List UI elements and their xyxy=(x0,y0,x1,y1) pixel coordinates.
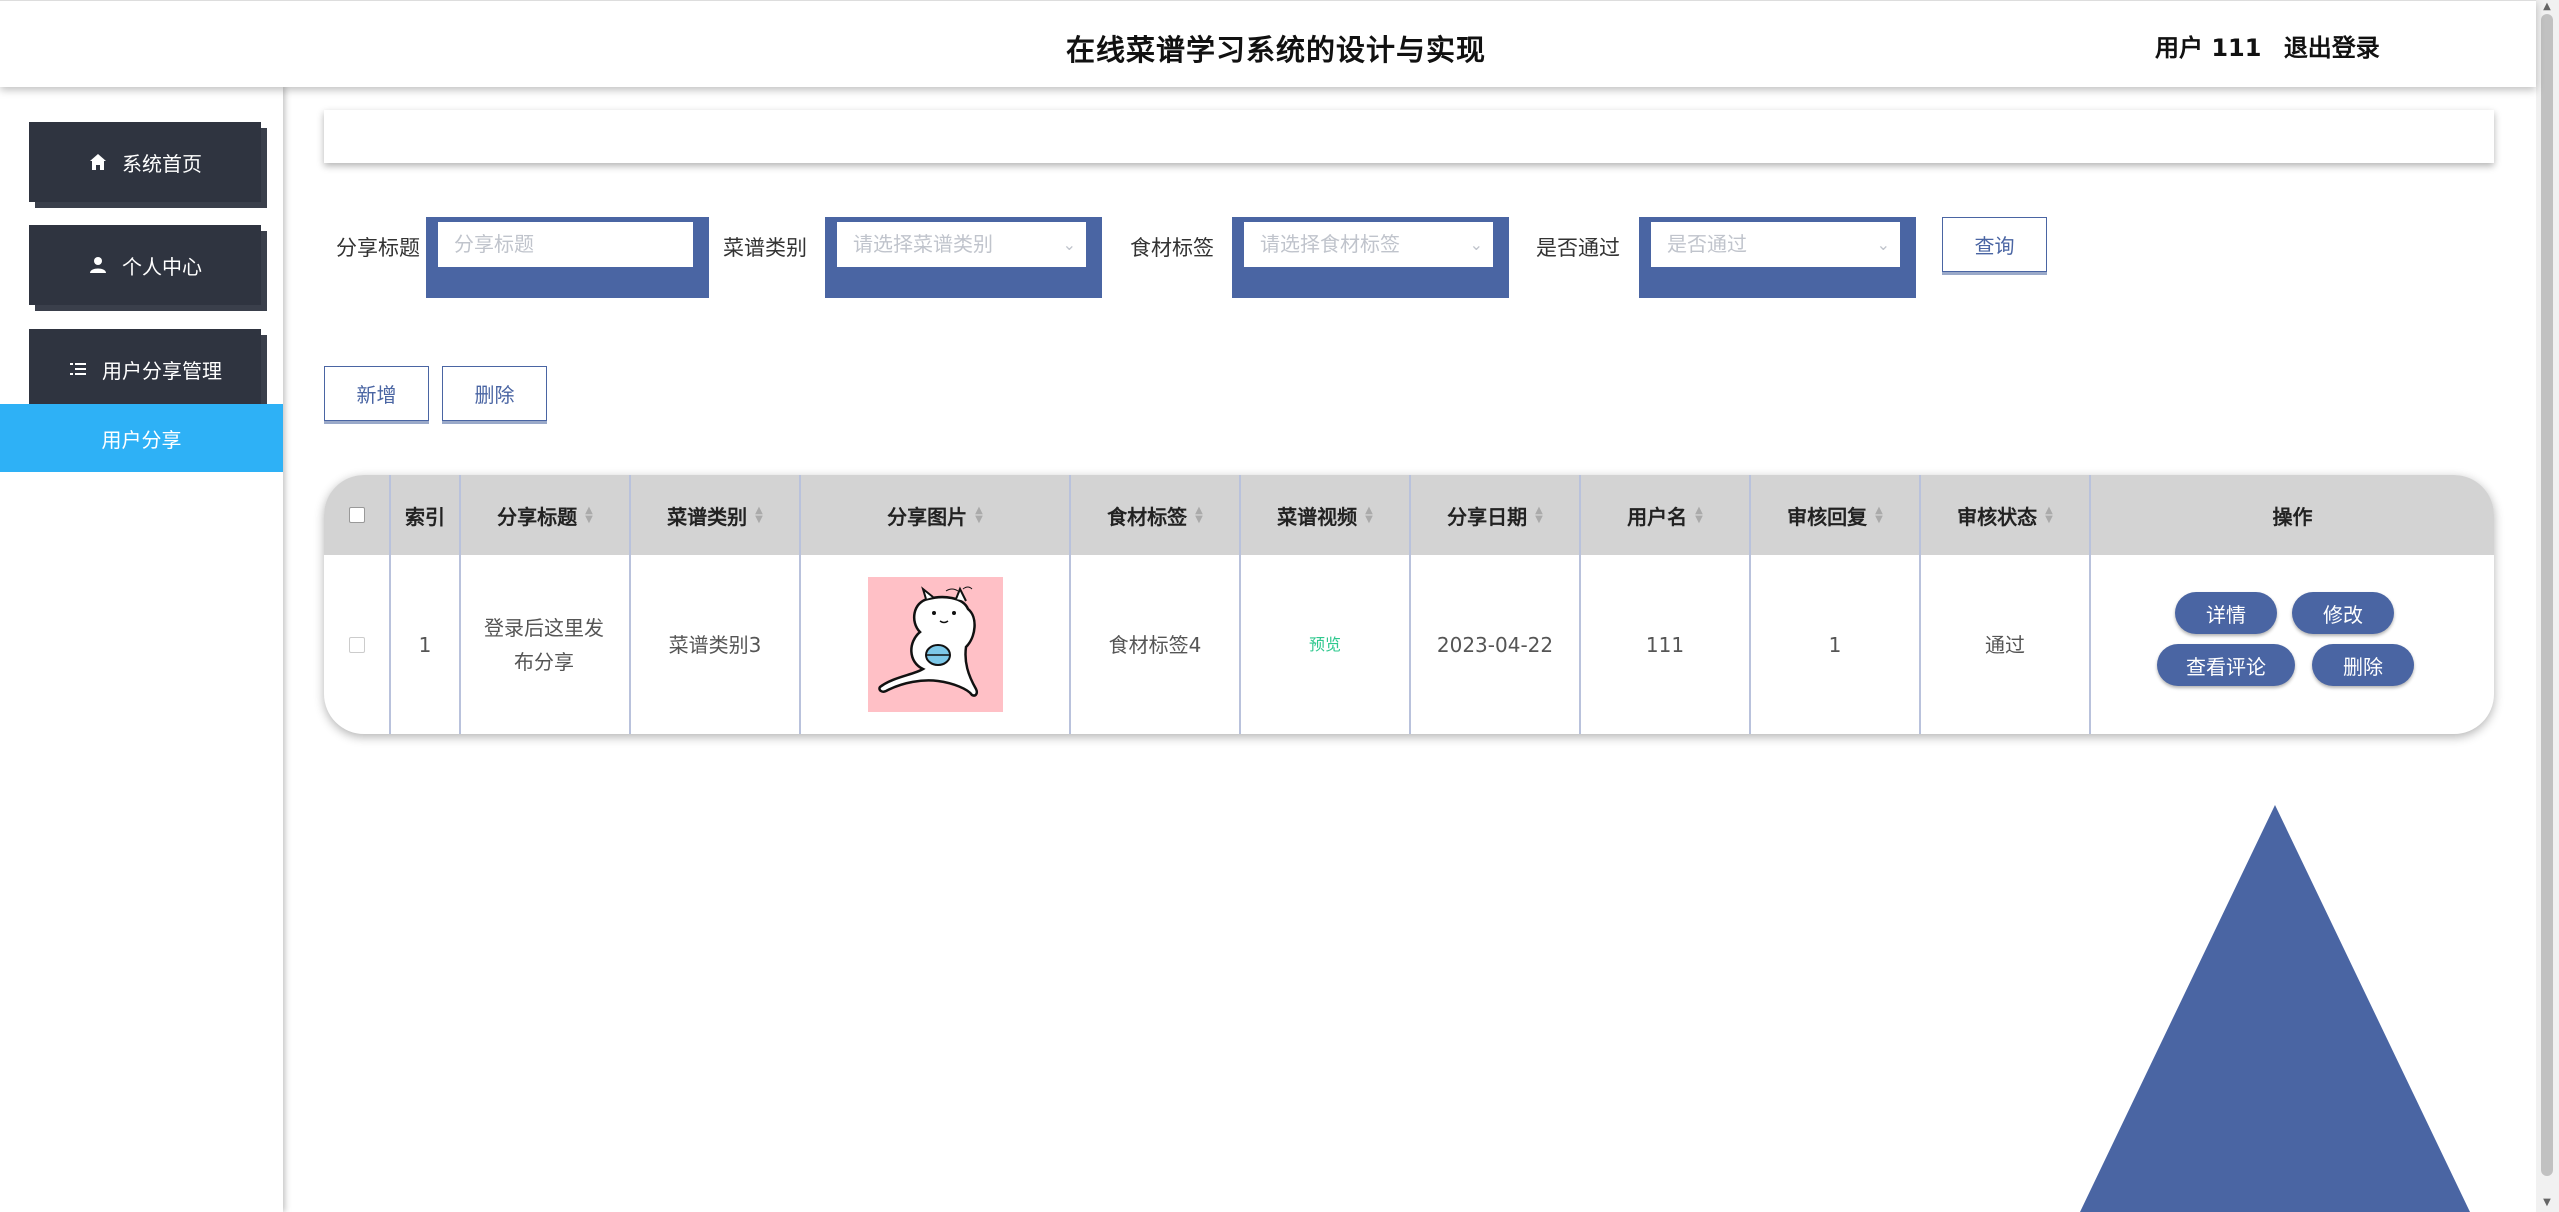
sort-icon[interactable]: ▲ ▼ xyxy=(1365,506,1373,525)
filter-title-box: 分享标题 xyxy=(426,217,709,298)
td-username: 111 xyxy=(1645,632,1685,657)
row-checkbox[interactable] xyxy=(348,636,365,653)
title-search-input[interactable]: 分享标题 xyxy=(438,222,693,267)
filter-category-box: 请选择菜谱类别 ⌄ xyxy=(825,217,1102,298)
sort-icon[interactable]: ▲ ▼ xyxy=(1875,506,1883,525)
sort-icon[interactable]: ▲ ▼ xyxy=(1535,506,1543,525)
th-tag[interactable]: 食材标签 ▲ ▼ xyxy=(1071,475,1239,555)
th-reply[interactable]: 审核回复 ▲ ▼ xyxy=(1751,475,1919,555)
sidebar-item-share-management[interactable]: 用户分享管理 xyxy=(29,329,261,409)
video-preview-link[interactable]: 预览 xyxy=(1309,628,1341,662)
filter-title-label: 分享标题 xyxy=(336,236,420,260)
th-label: 审核回复 xyxy=(1787,504,1868,529)
select-all-cell xyxy=(324,475,389,555)
td-video: 预览 xyxy=(1241,555,1409,734)
sort-icon[interactable]: ▲ ▼ xyxy=(585,506,593,525)
chevron-down-icon: ⌄ xyxy=(1876,235,1890,254)
th-username[interactable]: 用户名 ▲ ▼ xyxy=(1581,475,1749,555)
th-index: 索引 xyxy=(391,475,459,555)
tag-select-placeholder: 请选择食材标签 xyxy=(1260,232,1400,256)
pass-select-placeholder: 是否通过 xyxy=(1667,232,1747,256)
scroll-down-arrow[interactable]: ▼ xyxy=(2540,1198,2554,1208)
th-label: 审核状态 xyxy=(1957,504,2038,529)
th-label: 操作 xyxy=(2272,504,2313,529)
category-select-placeholder: 请选择菜谱类别 xyxy=(853,232,993,256)
home-icon xyxy=(90,154,106,170)
sort-icon[interactable]: ▲ ▼ xyxy=(975,506,983,525)
data-table: 索引 分享标题 ▲ ▼ 菜谱类别 ▲ ▼ 分享图片 ▲ ▼ 食材标签 ▲ ▼ 菜谱视频 ▲ ▼ 分享… xyxy=(324,475,2494,734)
edit-button[interactable]: 修改 xyxy=(2292,592,2394,634)
td-tag: 食材标签4 xyxy=(1108,632,1202,657)
query-button[interactable]: 查询 xyxy=(1942,217,2047,272)
chevron-down-icon: ⌄ xyxy=(1062,235,1076,254)
scrollbar-thumb[interactable] xyxy=(2541,14,2553,1176)
td-reply: 1 xyxy=(1828,632,1842,657)
th-label: 索引 xyxy=(405,504,445,529)
td-category: 菜谱类别3 xyxy=(668,632,762,657)
sort-icon[interactable]: ▲ ▼ xyxy=(755,506,763,525)
sort-icon[interactable]: ▲ ▼ xyxy=(1695,506,1703,525)
view-comments-button[interactable]: 查看评论 xyxy=(2157,644,2295,686)
user-label: 用户 111 xyxy=(2155,34,2262,62)
sidebar: 系统首页 个人中心 用户分享管理 用户分享 xyxy=(0,86,283,1212)
select-all-checkbox[interactable] xyxy=(348,507,365,523)
td-date: 2023-04-22 xyxy=(1436,632,1554,657)
th-operations: 操作 xyxy=(2091,475,2494,555)
th-category[interactable]: 菜谱类别 ▲ ▼ xyxy=(631,475,799,555)
sidebar-item-personal-center[interactable]: 个人中心 xyxy=(29,225,261,305)
filter-tag-label: 食材标签 xyxy=(1130,236,1214,260)
th-share-title[interactable]: 分享标题 ▲ ▼ xyxy=(461,475,629,555)
pass-select[interactable]: 是否通过 ⌄ xyxy=(1651,222,1900,267)
sidebar-item-label: 用户分享管理 xyxy=(102,358,222,383)
logout-link[interactable]: 退出登录 xyxy=(2284,34,2380,62)
delete-button[interactable]: 删除 xyxy=(442,366,547,421)
chevron-down-icon: ⌄ xyxy=(1469,235,1483,254)
td-status: 通过 xyxy=(1985,632,2025,657)
sidebar-item-home[interactable]: 系统首页 xyxy=(29,122,261,202)
td-index: 1 xyxy=(418,632,432,657)
td-image xyxy=(801,555,1069,734)
filter-tag-box: 请选择食材标签 ⌄ xyxy=(1232,217,1509,298)
breadcrumb-bar xyxy=(324,110,2494,163)
filter-category-label: 菜谱类别 xyxy=(723,236,807,260)
scroll-up-arrow[interactable]: ▲ xyxy=(2540,2,2554,12)
th-label: 菜谱类别 xyxy=(667,504,748,529)
user-icon xyxy=(90,257,106,273)
th-label: 分享日期 xyxy=(1447,504,1528,529)
filter-pass-label: 是否通过 xyxy=(1536,236,1620,260)
th-image[interactable]: 分享图片 ▲ ▼ xyxy=(801,475,1069,555)
th-label: 分享图片 xyxy=(887,504,968,529)
sidebar-item-label: 个人中心 xyxy=(122,254,202,279)
sort-icon[interactable]: ▲ ▼ xyxy=(2045,506,2053,525)
sidebar-subitem-user-share[interactable]: 用户分享 xyxy=(0,404,283,472)
add-button[interactable]: 新增 xyxy=(324,366,429,421)
th-status[interactable]: 审核状态 ▲ ▼ xyxy=(1921,475,2089,555)
td-share-title: 登录后这里发布分享 xyxy=(484,615,604,674)
tag-select[interactable]: 请选择食材标签 ⌄ xyxy=(1244,222,1493,267)
filter-pass-box: 是否通过 ⌄ xyxy=(1639,217,1916,298)
th-label: 用户名 xyxy=(1627,504,1688,529)
decorative-triangle xyxy=(2080,805,2470,1212)
sidebar-item-label: 系统首页 xyxy=(122,151,202,176)
user-area: 用户 111 退出登录 xyxy=(2155,28,2394,63)
list-icon xyxy=(70,363,86,375)
detail-button[interactable]: 详情 xyxy=(2175,592,2277,634)
row-delete-button[interactable]: 删除 xyxy=(2312,644,2414,686)
th-video[interactable]: 菜谱视频 ▲ ▼ xyxy=(1241,475,1409,555)
th-label: 分享标题 xyxy=(497,504,578,529)
category-select[interactable]: 请选择菜谱类别 ⌄ xyxy=(837,222,1086,267)
share-image[interactable] xyxy=(867,577,1003,712)
th-label: 食材标签 xyxy=(1107,504,1188,529)
top-header: 在线菜谱学习系统的设计与实现 用户 111 退出登录 xyxy=(0,0,2536,87)
row-select-cell xyxy=(324,555,389,734)
app-title: 在线菜谱学习系统的设计与实现 xyxy=(1066,33,1487,67)
th-label: 菜谱视频 xyxy=(1277,504,1358,529)
th-date[interactable]: 分享日期 ▲ ▼ xyxy=(1411,475,1579,555)
sort-icon[interactable]: ▲ ▼ xyxy=(1195,506,1203,525)
